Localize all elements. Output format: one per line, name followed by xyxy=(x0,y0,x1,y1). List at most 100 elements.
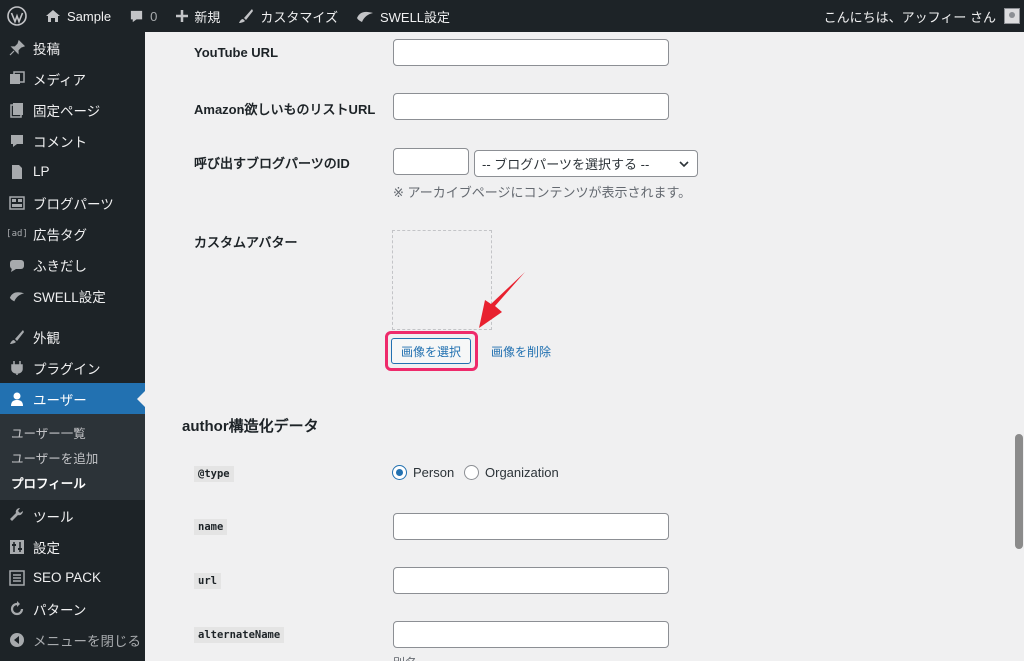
sidebar-item-adtags[interactable]: [ad] 広告タグ xyxy=(0,218,145,249)
plugin-icon xyxy=(9,360,25,376)
select-image-button[interactable]: 画像を選択 xyxy=(391,338,471,364)
my-account[interactable]: こんにちは、アッフィー さん xyxy=(824,7,1024,26)
sidebar-item-balloon[interactable]: ふきだし xyxy=(0,249,145,280)
sidebar-item-label: ふきだし xyxy=(33,258,87,274)
amazon-wishlist-label: Amazon欲しいものリストURL xyxy=(194,102,376,117)
sidebar-item-posts[interactable]: 投稿 xyxy=(0,32,145,63)
submenu-user-list[interactable]: ユーザー一覧 xyxy=(0,420,145,445)
ad-icon: [ad] xyxy=(6,228,28,239)
sidebar-item-swell[interactable]: SWELL設定 xyxy=(0,280,145,311)
sidebar-item-label: SWELL設定 xyxy=(33,289,106,305)
sidebar-item-label: 固定ページ xyxy=(33,103,101,119)
collapse-icon xyxy=(9,632,25,648)
new-label: 新規 xyxy=(194,9,221,25)
sidebar-item-label: 外観 xyxy=(33,330,60,346)
delete-image-link[interactable]: 画像を削除 xyxy=(491,343,551,360)
comments-link[interactable]: 0 xyxy=(123,0,163,32)
author-name-input[interactable] xyxy=(393,513,669,540)
users-submenu: ユーザー一覧 ユーザーを追加 プロフィール xyxy=(0,414,145,500)
sidebar-item-pages[interactable]: 固定ページ xyxy=(0,94,145,125)
submenu-profile[interactable]: プロフィール xyxy=(0,470,145,495)
avatar xyxy=(1004,8,1020,24)
swell-settings-link[interactable]: SWELL設定 xyxy=(350,0,456,32)
sidebar-item-label: 投稿 xyxy=(33,41,60,57)
sidebar-item-tools[interactable]: ツール xyxy=(0,500,145,531)
sidebar-item-label: ツール xyxy=(33,509,74,525)
red-arrow-icon xyxy=(479,272,525,328)
swell-icon xyxy=(9,288,25,304)
name-label: name xyxy=(194,519,228,535)
url-label: url xyxy=(194,573,221,589)
sidebar-item-label: メニューを閉じる xyxy=(33,633,141,649)
home-icon xyxy=(46,10,60,22)
amazon-wishlist-input[interactable] xyxy=(393,93,669,120)
sidebar-item-label: パターン xyxy=(33,602,87,618)
greeting-text: こんにちは、アッフィー さん xyxy=(823,9,996,25)
seo-icon xyxy=(9,569,25,586)
balloon-icon xyxy=(9,257,25,273)
sidebar-item-patterns[interactable]: パターン xyxy=(0,593,145,624)
brush-icon xyxy=(9,329,25,345)
pattern-icon xyxy=(9,600,25,617)
type-radio-organization[interactable]: Organization xyxy=(464,465,559,480)
sidebar-item-users[interactable]: ユーザー xyxy=(0,383,145,414)
sidebar-item-blogparts[interactable]: ブログパーツ xyxy=(0,187,145,218)
chevron-down-icon xyxy=(679,161,689,168)
comment-icon xyxy=(9,133,25,149)
sidebar-item-label: プラグイン xyxy=(33,361,101,377)
collapse-menu-button[interactable]: メニューを閉じる xyxy=(0,624,145,655)
sidebar-item-label: コメント xyxy=(33,134,87,150)
alternate-name-input[interactable] xyxy=(393,621,669,648)
sidebar-item-appearance[interactable]: 外観 xyxy=(0,321,145,352)
main-content: YouTube URL Amazon欲しいものリストURL 呼び出すブログパーツ… xyxy=(145,32,1014,661)
sidebar-item-label: 設定 xyxy=(33,540,60,556)
pin-icon xyxy=(9,39,25,56)
lp-icon xyxy=(9,164,25,180)
author-url-input[interactable] xyxy=(393,567,669,594)
radio-dot xyxy=(464,465,479,480)
comment-count: 0 xyxy=(150,8,158,24)
user-icon xyxy=(9,391,25,407)
blogparts-select-value: -- ブログパーツを選択する -- xyxy=(482,157,650,172)
site-name: Sample xyxy=(67,8,112,24)
radio-label: Organization xyxy=(485,465,559,480)
customize-link[interactable]: カスタマイズ xyxy=(232,0,344,32)
sidebar-item-media[interactable]: メディア xyxy=(0,63,145,94)
swell-settings-label: SWELL設定 xyxy=(379,9,451,25)
author-structured-data-title: author構造化データ xyxy=(182,418,319,435)
custom-avatar-label: カスタムアバター xyxy=(194,235,298,250)
wordpress-logo-icon[interactable] xyxy=(0,0,33,32)
youtube-url-input[interactable] xyxy=(393,39,669,66)
blogparts-id-label: 呼び出すブログパーツのID xyxy=(194,156,350,171)
swell-icon xyxy=(356,11,373,22)
sidebar-item-label: ブログパーツ xyxy=(33,196,114,212)
comment-bubble-icon xyxy=(130,10,143,22)
sidebar-item-label: ユーザー xyxy=(33,392,87,408)
scrollbar-thumb[interactable] xyxy=(1015,434,1023,549)
page-scrollbar[interactable] xyxy=(1014,32,1024,661)
type-label: @type xyxy=(194,466,234,482)
sidebar-item-settings[interactable]: 設定 xyxy=(0,531,145,562)
blogparts-select[interactable]: -- ブログパーツを選択する -- xyxy=(474,150,698,177)
sidebar-item-comments[interactable]: コメント xyxy=(0,125,145,156)
alternate-name-label: alternateName xyxy=(194,627,285,643)
customize-label: カスタマイズ xyxy=(260,9,338,25)
plus-icon xyxy=(176,10,189,22)
alternate-name-description: 別名 xyxy=(393,654,417,661)
sidebar-item-lp[interactable]: LP xyxy=(0,156,145,187)
admin-sidebar: 投稿 メディア 固定ページ コメント LP ブログパーツ [ad] 広告タグ ふ… xyxy=(0,32,145,661)
radio-label: Person xyxy=(413,465,455,480)
sidebar-item-label: 広告タグ xyxy=(33,227,87,243)
new-content-link[interactable]: 新規 xyxy=(169,0,226,32)
type-radio-person[interactable]: Person xyxy=(392,465,454,480)
blogparts-icon xyxy=(9,195,25,211)
menu-separator xyxy=(0,311,145,321)
blogparts-id-input[interactable] xyxy=(393,148,469,175)
blogparts-description: ※ アーカイブページにコンテンツが表示されます。 xyxy=(393,185,692,200)
brush-icon xyxy=(239,9,254,23)
sidebar-item-label: SEO PACK xyxy=(33,570,102,585)
site-name-link[interactable]: Sample xyxy=(39,0,117,32)
sidebar-item-seopack[interactable]: SEO PACK xyxy=(0,562,145,593)
submenu-add-user[interactable]: ユーザーを追加 xyxy=(0,445,145,470)
sidebar-item-plugins[interactable]: プラグイン xyxy=(0,352,145,383)
